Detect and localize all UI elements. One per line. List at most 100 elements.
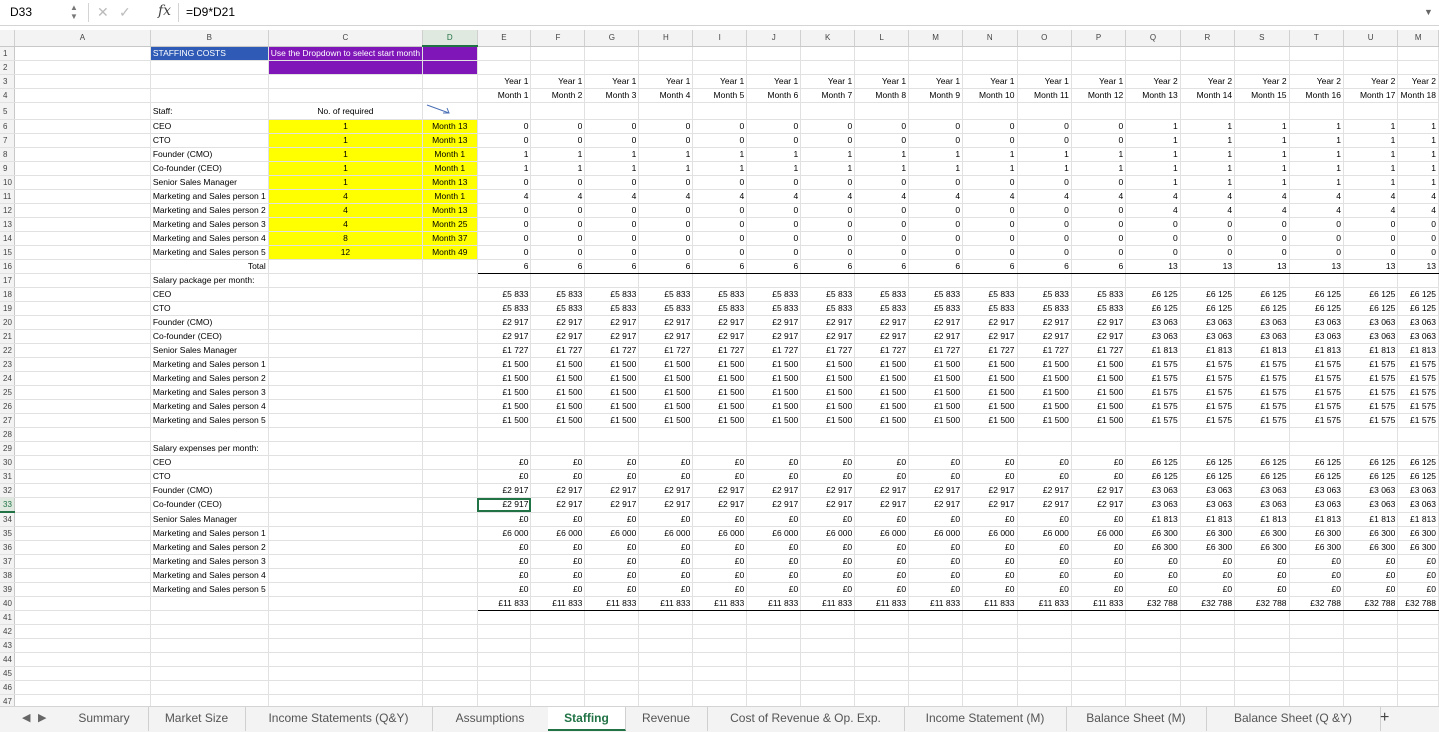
cell[interactable]: 0 (1343, 231, 1399, 246)
cell[interactable]: £2 917 (962, 329, 1018, 344)
cell[interactable] (584, 624, 640, 639)
cell[interactable]: £0 (746, 512, 802, 527)
cell[interactable]: 12 (268, 245, 424, 260)
cell[interactable]: 0 (530, 245, 586, 260)
cell[interactable]: £1 727 (638, 343, 694, 358)
cell[interactable] (1071, 666, 1127, 681)
cell[interactable] (422, 357, 478, 372)
cell[interactable] (1343, 638, 1399, 653)
cell[interactable]: £11 833 (584, 596, 640, 611)
column-header[interactable]: I (692, 30, 748, 47)
cell[interactable]: £1 575 (1125, 413, 1181, 428)
cell[interactable]: 1 (746, 161, 802, 176)
cell[interactable] (14, 582, 151, 597)
cell[interactable]: 0 (638, 203, 694, 218)
cell[interactable]: £1 575 (1343, 385, 1399, 400)
cell[interactable]: £6 125 (1180, 469, 1236, 484)
cell[interactable] (692, 441, 748, 456)
cell[interactable]: £0 (908, 469, 964, 484)
cell[interactable] (800, 102, 856, 120)
cell[interactable]: 1 (530, 161, 586, 176)
column-header[interactable]: D (422, 30, 478, 47)
cell[interactable]: £1 500 (854, 399, 910, 414)
cell[interactable] (638, 624, 694, 639)
cell[interactable] (1397, 273, 1439, 288)
cell[interactable]: £1 813 (1234, 512, 1290, 527)
cell[interactable]: £3 063 (1180, 497, 1236, 513)
cell[interactable]: Senior Sales Manager (150, 343, 269, 358)
cell[interactable]: 1 (854, 147, 910, 162)
cell[interactable]: £2 917 (908, 329, 964, 344)
cell[interactable] (854, 666, 910, 681)
cell[interactable]: £6 300 (1397, 526, 1439, 541)
cell[interactable]: £11 833 (908, 596, 964, 611)
cell[interactable]: 0 (962, 133, 1018, 148)
cell[interactable]: 1 (1071, 161, 1127, 176)
row-header[interactable]: 41 (0, 610, 15, 625)
cell[interactable]: Marketing and Sales person 3 (150, 217, 269, 232)
cell[interactable] (268, 301, 424, 316)
cell[interactable]: £0 (746, 469, 802, 484)
cell[interactable]: £1 727 (962, 343, 1018, 358)
cell[interactable]: £6 300 (1289, 540, 1344, 555)
row-header[interactable]: 17 (0, 273, 15, 288)
cell[interactable]: 6 (692, 259, 748, 274)
cell[interactable]: 4 (692, 189, 748, 204)
cell[interactable] (908, 46, 964, 61)
cell[interactable] (800, 441, 856, 456)
cell[interactable] (268, 666, 424, 681)
cell[interactable]: Marketing and Sales person 4 (150, 231, 269, 246)
cell[interactable]: £0 (692, 540, 748, 555)
cell[interactable]: £11 833 (962, 596, 1018, 611)
cell[interactable] (584, 46, 640, 61)
cell[interactable]: £0 (1071, 455, 1127, 470)
cell[interactable]: Month 5 (692, 88, 748, 103)
cell[interactable]: £2 917 (1071, 315, 1127, 330)
cell[interactable]: £6 125 (1234, 469, 1290, 484)
cell[interactable] (908, 680, 964, 695)
cell[interactable] (268, 371, 424, 386)
cell[interactable]: £1 575 (1234, 357, 1290, 372)
cell[interactable]: 4 (1180, 203, 1236, 218)
cell[interactable] (14, 554, 151, 569)
cell[interactable]: £0 (908, 455, 964, 470)
cell[interactable]: 1 (268, 119, 424, 134)
cell[interactable] (477, 610, 532, 625)
cell[interactable]: 4 (908, 189, 964, 204)
cell[interactable] (150, 680, 269, 695)
cell[interactable]: £0 (692, 582, 748, 597)
start-month-dropdown[interactable]: Month 1 (422, 161, 478, 176)
cell[interactable] (422, 596, 478, 611)
cell[interactable]: £6 300 (1125, 526, 1181, 541)
cell[interactable] (14, 526, 151, 541)
cell[interactable] (268, 680, 424, 695)
cell[interactable]: 6 (584, 259, 640, 274)
cell[interactable]: £5 833 (530, 287, 586, 302)
cell[interactable]: £2 917 (477, 315, 532, 330)
cell[interactable] (14, 119, 151, 134)
cell[interactable]: £32 788 (1125, 596, 1181, 611)
cell[interactable] (422, 46, 478, 61)
cell[interactable]: £2 917 (692, 315, 748, 330)
row-header[interactable]: 37 (0, 554, 15, 569)
cell[interactable]: £0 (746, 554, 802, 569)
cell[interactable] (962, 694, 1018, 706)
cell[interactable] (746, 46, 802, 61)
cell[interactable] (14, 357, 151, 372)
cell[interactable]: 1 (692, 161, 748, 176)
cell[interactable]: 0 (746, 133, 802, 148)
cell[interactable]: £1 500 (477, 385, 532, 400)
cell[interactable]: £1 575 (1397, 413, 1439, 428)
cell[interactable]: £2 917 (638, 497, 694, 513)
cell[interactable]: £1 500 (692, 385, 748, 400)
cell[interactable]: £3 063 (1125, 329, 1181, 344)
cell[interactable] (1071, 680, 1127, 695)
cell[interactable]: £1 727 (1071, 343, 1127, 358)
cell[interactable]: £11 833 (638, 596, 694, 611)
cell[interactable]: £1 813 (1289, 512, 1344, 527)
cell[interactable]: £11 833 (854, 596, 910, 611)
cell[interactable] (1017, 441, 1072, 456)
cell[interactable]: £1 500 (530, 385, 586, 400)
cell[interactable] (268, 497, 424, 513)
cell[interactable]: £0 (638, 540, 694, 555)
